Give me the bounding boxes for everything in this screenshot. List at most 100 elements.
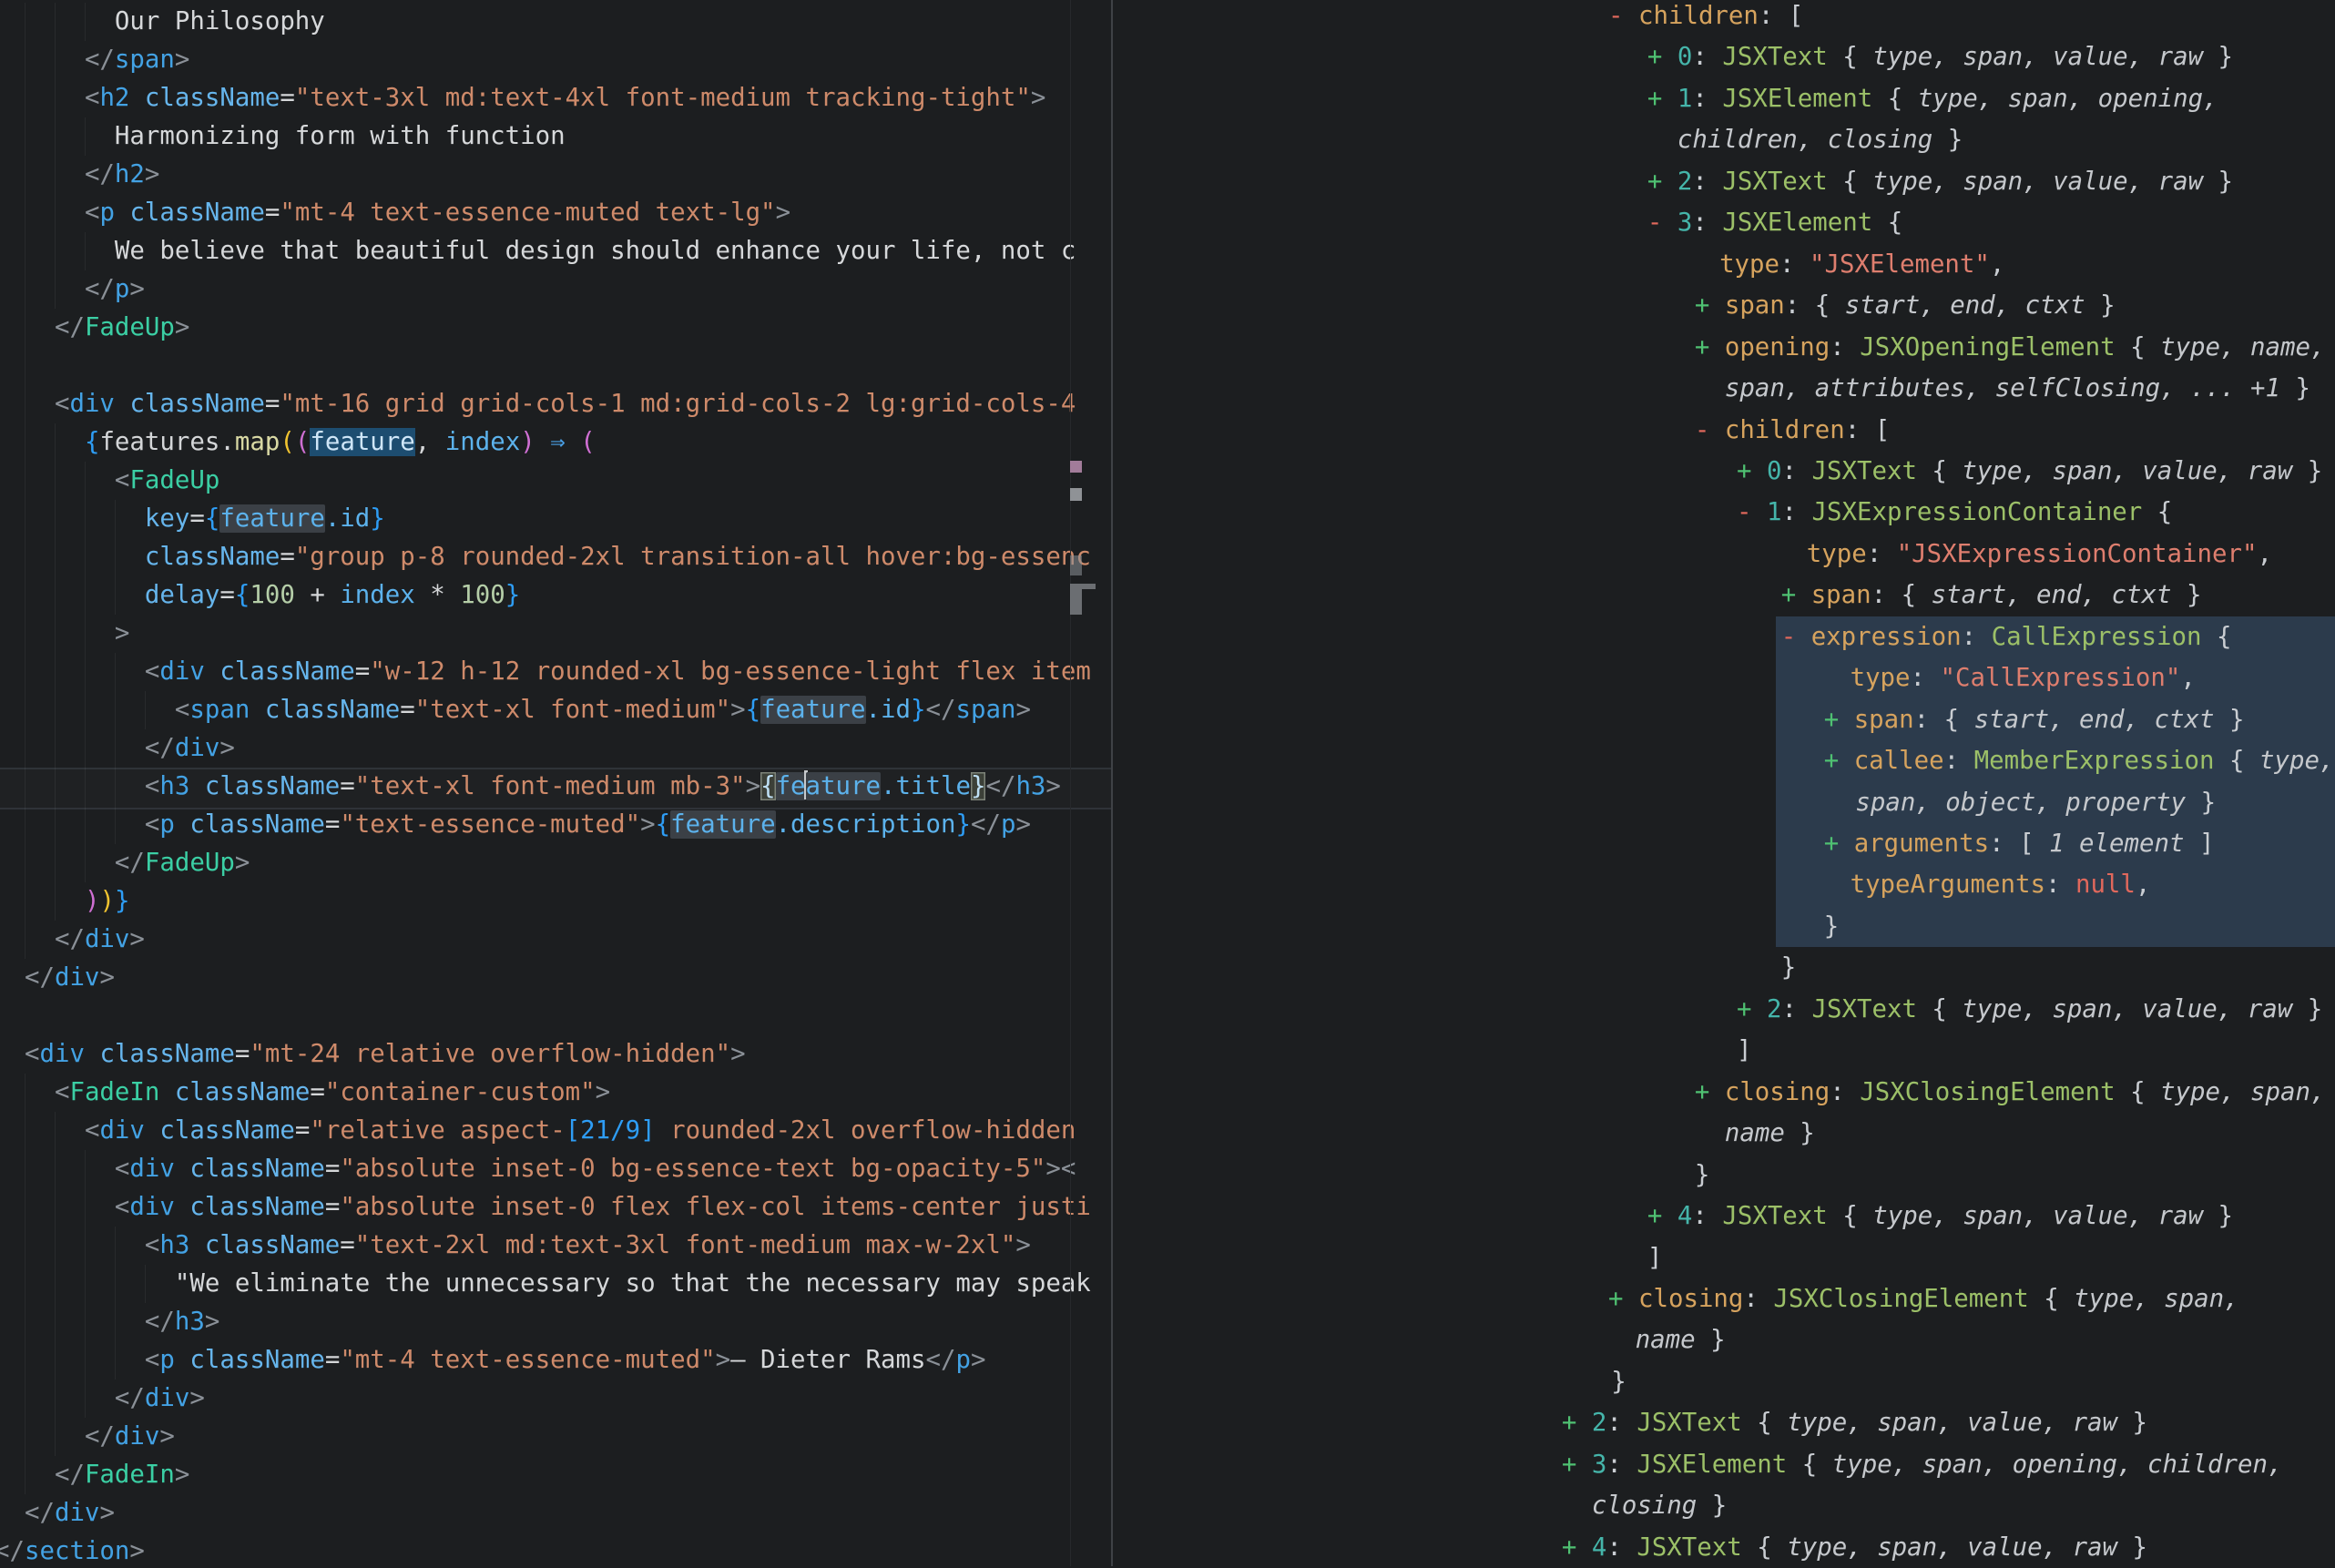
code-line-3[interactable]: <h2 className="text-3xl md:text-4xl font… [0,79,1098,117]
code-token: "CallExpression" [1941,664,2181,692]
code-token: } [971,772,986,800]
code-token: > [1015,1231,1031,1259]
ast-line-9[interactable]: + opening: JSXOpeningElement { type, nam… [1113,327,2335,368]
ast-line-17[interactable]: type: "CallExpression", [1113,657,2335,698]
code-line-31[interactable]: <div className="absolute inset-0 bg-esse… [0,1150,1098,1188]
code-token: < [1061,1155,1076,1183]
code-line-11[interactable]: <div className="mt-16 grid grid-cols-1 m… [0,385,1098,423]
ast-line-24[interactable]: } [1113,947,2335,988]
code-line-24[interactable]: ))} [0,882,1098,921]
code-editor-pane[interactable]: Our Philosophy</span><h2 className="text… [0,0,1113,1566]
ast-line-5[interactable]: + 2: JSXText { type, span, value, raw } [1113,161,2335,202]
code-line-5[interactable]: </h2> [0,156,1098,194]
scrollbar-slider[interactable] [1070,589,1082,615]
code-token: ature [806,772,881,800]
code-line-2[interactable]: </span> [0,41,1098,79]
ast-line-22[interactable]: typeArguments: null, [1113,864,2335,905]
ast-line-36[interactable]: + 3: JSXElement { type, span, opening, c… [1113,1444,2335,1485]
ast-line-31[interactable]: ] [1113,1237,2335,1278]
code-line-13[interactable]: <FadeUp [0,462,1098,500]
ast-line-15[interactable]: + span: { start, end, ctxt } [1113,575,2335,616]
ast-line-12[interactable]: + 0: JSXText { type, span, value, raw } [1113,451,2335,492]
code-line-20[interactable]: </div> [0,729,1098,768]
ast-tree-pane[interactable]: - children: [+ 0: JSXText { type, span, … [1113,0,2335,1566]
ast-line-28[interactable]: name } [1113,1113,2335,1154]
ast-line-14[interactable]: type: "JSXExpressionContainer", [1113,534,2335,575]
code-token: "mt-4 text-essence-muted" [340,1346,715,1374]
code-line-27[interactable] [0,997,1098,1035]
ast-line-18[interactable]: + span: { start, end, ctxt } [1113,699,2335,740]
ast-line-37[interactable]: closing } [1113,1485,2335,1526]
code-line-34[interactable]: "We eliminate the unnecessary so that th… [0,1265,1098,1303]
ast-line-2[interactable]: + 0: JSXText { type, span, value, raw } [1113,36,2335,77]
ast-line-33[interactable]: name } [1113,1319,2335,1360]
ast-line-26[interactable]: ] [1113,1030,2335,1071]
ast-line-27[interactable]: + closing: JSXClosingElement { type, spa… [1113,1072,2335,1113]
code-line-38[interactable]: </div> [0,1418,1098,1456]
code-line-21[interactable]: <h3 className="text-xl font-medium mb-3"… [0,768,1098,806]
code-line-39[interactable]: </FadeIn> [0,1456,1098,1494]
code-line-23[interactable]: </FadeUp> [0,844,1098,882]
code-line-28[interactable]: <div className="mt-24 relative overflow-… [0,1035,1098,1074]
code-line-25[interactable]: </div> [0,921,1098,959]
ast-line-21[interactable]: + arguments: [ 1 element ] [1113,823,2335,864]
code-line-41[interactable]: </section> [0,1532,1098,1566]
ast-line-8[interactable]: + span: { start, end, ctxt } [1113,285,2335,326]
code-line-4[interactable]: Harmonizing form with function [0,117,1098,156]
code-token [189,1231,205,1259]
ast-line-7[interactable]: type: "JSXElement", [1113,244,2335,285]
code-token: className [189,1346,324,1374]
ast-line-35[interactable]: + 2: JSXText { type, span, value, raw } [1113,1402,2335,1443]
code-line-19[interactable]: <span className="text-xl font-medium">{f… [0,691,1098,729]
code-line-16[interactable]: delay={100 + index * 100} [0,576,1098,615]
code-token: </ [145,734,175,762]
code-token: > [175,1461,190,1489]
ast-line-6[interactable]: - 3: JSXElement { [1113,202,2335,243]
ast-line-3[interactable]: + 1: JSXElement { type, span, opening, [1113,78,2335,119]
code-line-30[interactable]: <div className="relative aspect-[21/9] r… [0,1112,1098,1150]
code-token: < [25,1040,40,1068]
ast-line-1[interactable]: - children: [ [1113,0,2335,36]
code-line-26[interactable]: </div> [0,959,1098,997]
code-editor-content[interactable]: Our Philosophy</span><h2 className="text… [0,0,1098,1566]
code-line-17[interactable]: > [0,615,1098,653]
code-line-37[interactable]: </div> [0,1380,1098,1418]
code-line-32[interactable]: <div className="absolute inset-0 flex fl… [0,1188,1098,1227]
code-line-33[interactable]: <h3 className="text-2xl md:text-3xl font… [0,1227,1098,1265]
ast-line-30[interactable]: + 4: JSXText { type, span, value, raw } [1113,1196,2335,1237]
ast-line-20[interactable]: span, object, property } [1113,782,2335,823]
code-line-8[interactable]: </p> [0,270,1098,309]
ast-line-10[interactable]: span, attributes, selfClosing, ... +1 } [1113,368,2335,409]
code-token: = [235,1040,250,1068]
ast-line-38[interactable]: + 4: JSXText { type, span, value, raw } [1113,1527,2335,1568]
code-line-36[interactable]: <p className="mt-4 text-essence-muted">—… [0,1341,1098,1380]
code-line-18[interactable]: <div className="w-12 h-12 rounded-xl bg-… [0,653,1098,691]
code-line-12[interactable]: {features.map((feature, index) ⇒ ( [0,423,1098,462]
code-token: JSXClosingElement [1773,1285,2028,1313]
ast-line-11[interactable]: - children: [ [1113,410,2335,451]
ast-line-16[interactable]: - expression: CallExpression { [1113,616,2335,657]
code-line-7[interactable]: We believe that beautiful design should … [0,232,1098,270]
code-line-1[interactable]: Our Philosophy [0,3,1098,41]
code-token: start, end, ctxt [1932,581,2172,609]
code-line-15[interactable]: className="group p-8 rounded-2xl transit… [0,538,1098,576]
ast-line-23[interactable]: } [1113,906,2335,947]
ast-line-32[interactable]: + closing: JSXClosingElement { type, spa… [1113,1278,2335,1319]
ast-line-13[interactable]: - 1: JSXExpressionContainer { [1113,492,2335,533]
code-line-35[interactable]: </h3> [0,1303,1098,1341]
code-line-29[interactable]: <FadeIn className="container-custom"> [0,1074,1098,1112]
code-line-40[interactable]: </div> [0,1494,1098,1532]
code-line-6[interactable]: <p className="mt-4 text-essence-muted te… [0,194,1098,232]
code-token: : [1782,498,1812,526]
ast-line-4[interactable]: children, closing } [1113,119,2335,160]
code-line-10[interactable] [0,347,1098,385]
ast-line-34[interactable]: } [1113,1361,2335,1402]
code-token: } [2203,168,2233,196]
ast-line-25[interactable]: + 2: JSXText { type, span, value, raw } [1113,989,2335,1030]
code-line-14[interactable]: key={feature.id} [0,500,1098,538]
code-line-9[interactable]: </FadeUp> [0,309,1098,347]
code-line-22[interactable]: <p className="text-essence-muted">{featu… [0,806,1098,844]
code-token: + [295,581,340,609]
ast-line-19[interactable]: + callee: MemberExpression { type, [1113,740,2335,781]
ast-line-29[interactable]: } [1113,1155,2335,1196]
